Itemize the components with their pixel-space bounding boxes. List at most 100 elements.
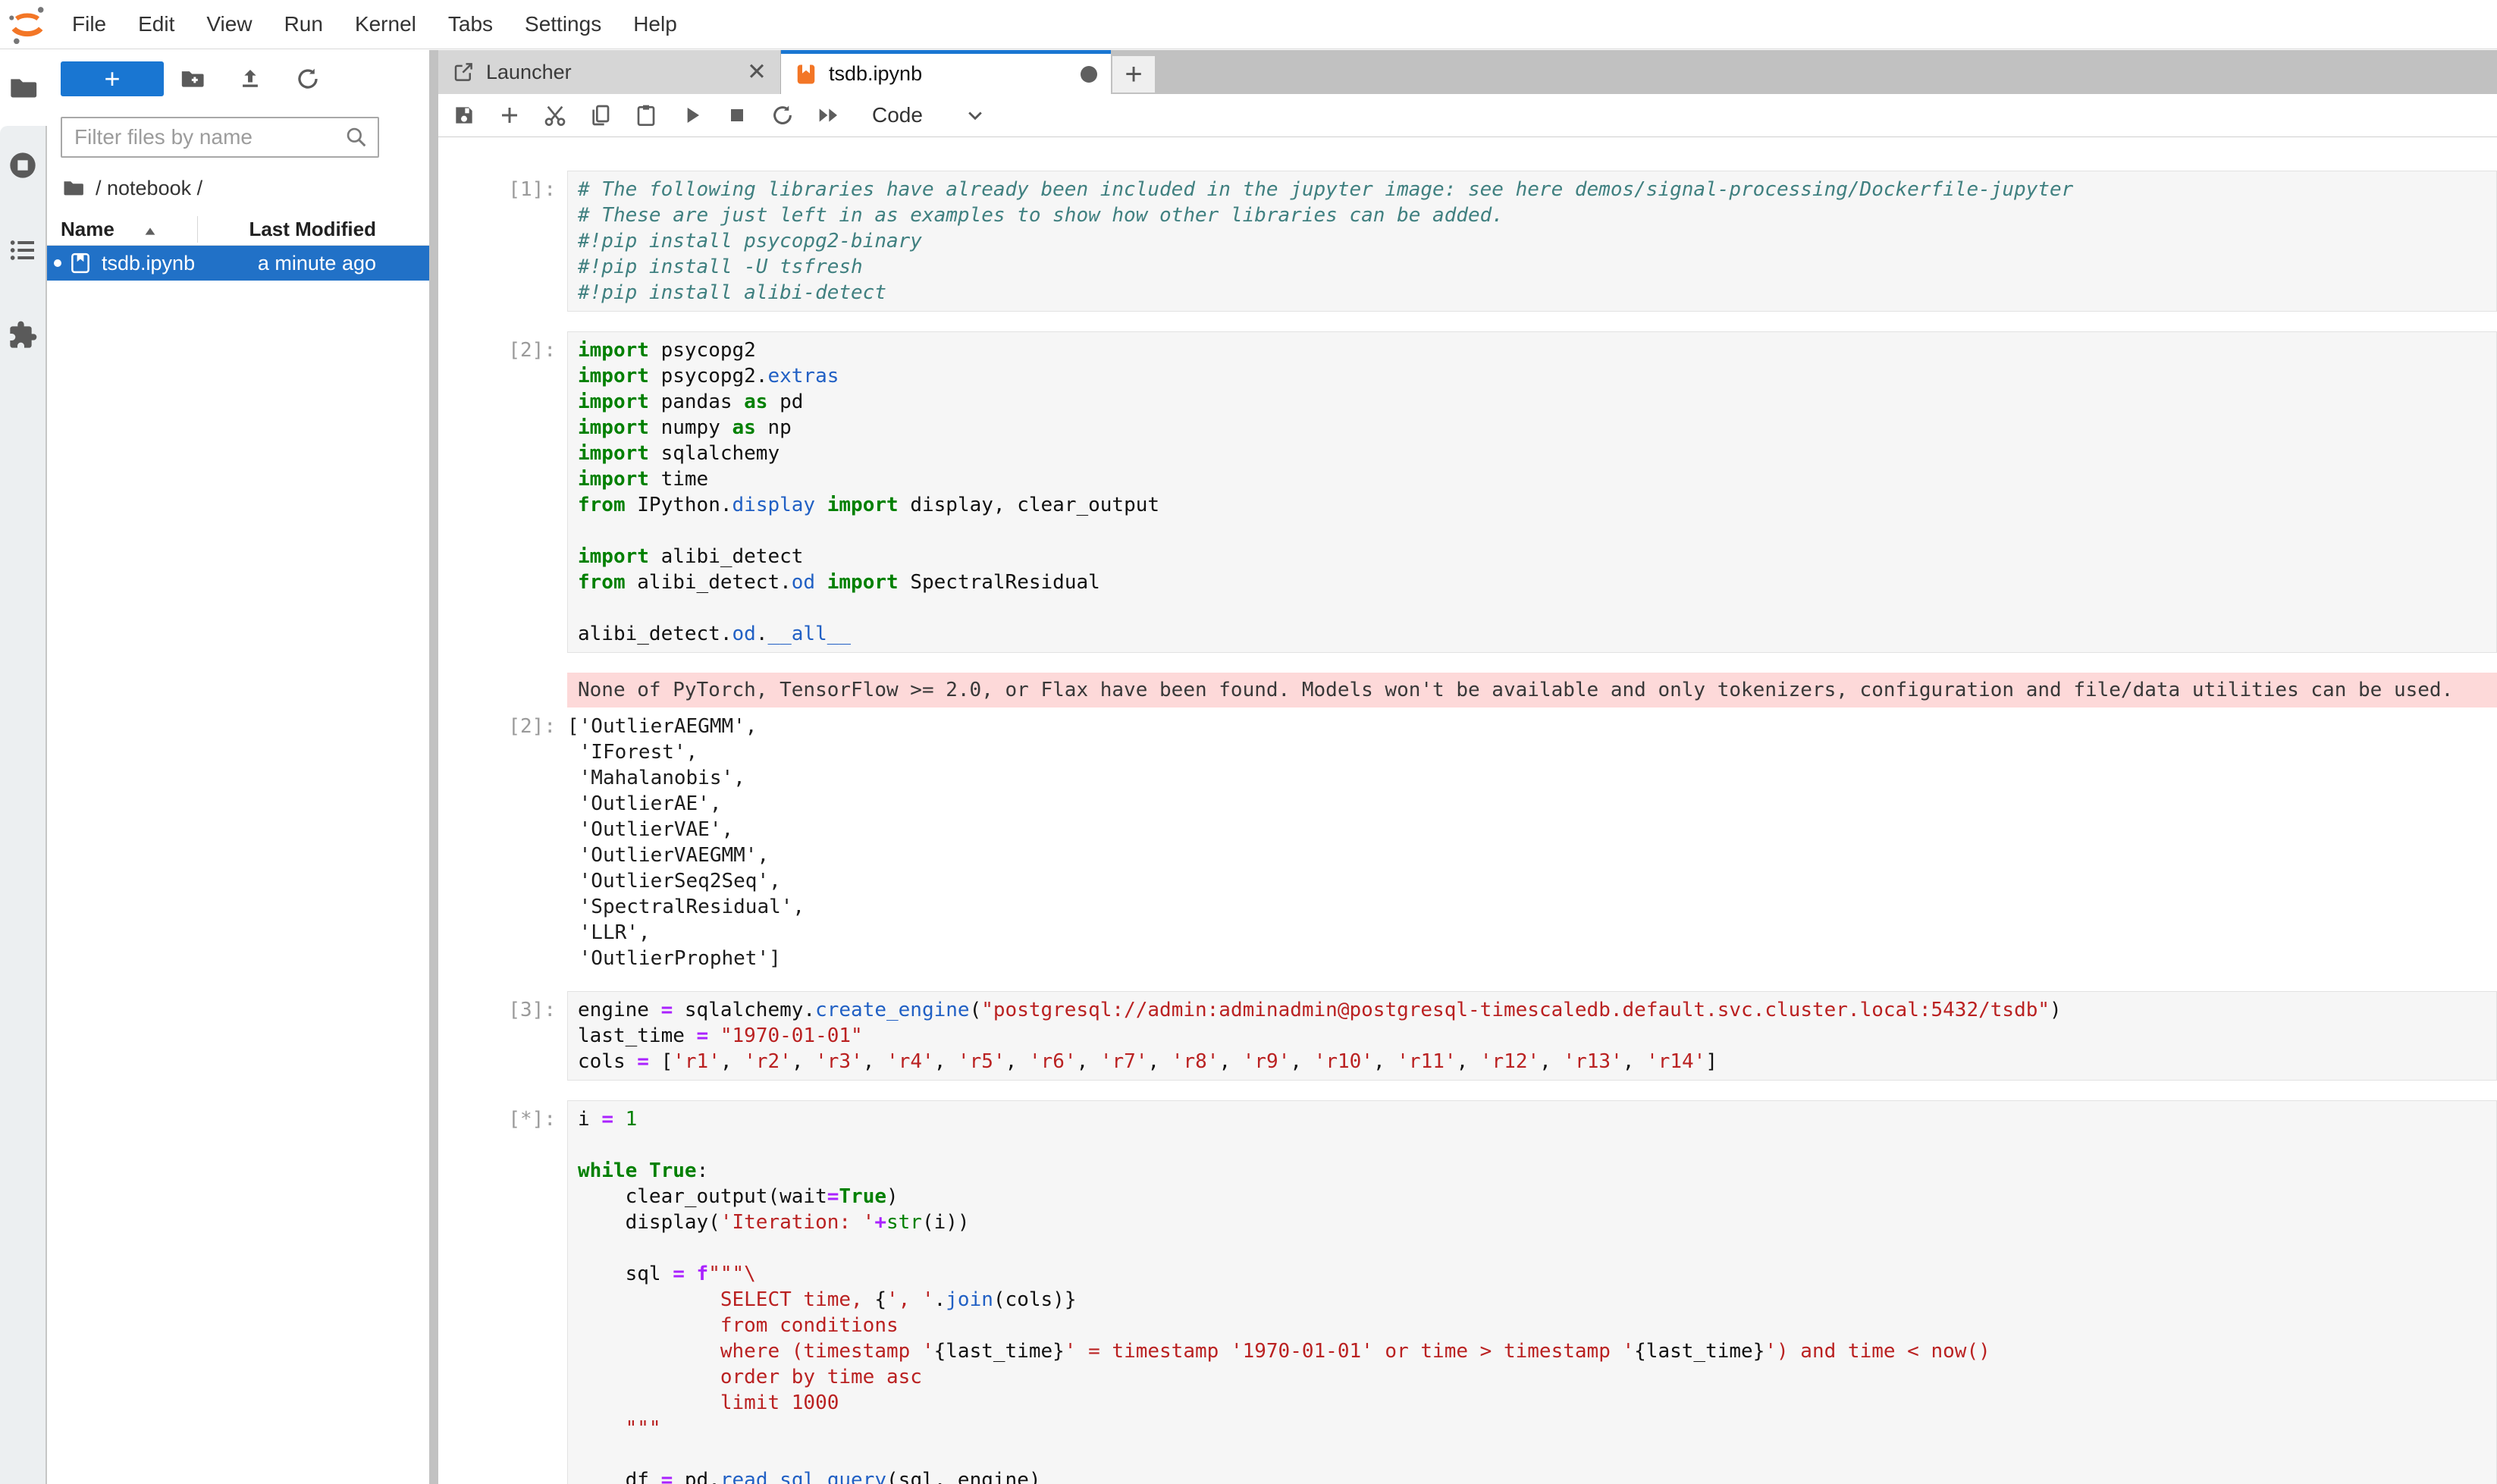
tab-tsdb-ipynb[interactable]: tsdb.ipynb <box>781 50 1111 94</box>
output-text: ['OutlierAEGMM', 'IForest', 'Mahalanobis… <box>567 714 2497 971</box>
breadcrumb[interactable]: / notebook / <box>62 176 429 200</box>
paste-button[interactable] <box>623 100 669 130</box>
new-folder-button[interactable] <box>164 63 221 95</box>
jupyterlab-window: FileEditViewRunKernelTabsSettingsHelp + … <box>0 0 2497 1484</box>
menu-tabs[interactable]: Tabs <box>432 12 509 36</box>
search-icon <box>344 125 369 149</box>
copy-button[interactable] <box>578 100 623 130</box>
restart-button[interactable] <box>760 100 805 130</box>
code-line: cols = ['r1', 'r2', 'r3', 'r4', 'r5', 'r… <box>578 1049 2496 1075</box>
output-prompt: [2]: <box>438 714 567 971</box>
upload-button[interactable] <box>221 63 279 95</box>
file-name: tsdb.ipynb <box>102 252 195 275</box>
code-line: 'OutlierSeq2Seq', <box>567 868 2497 894</box>
sidebar-running-sessions-icon[interactable] <box>8 150 38 180</box>
menu-file[interactable]: File <box>56 12 122 36</box>
tab-label: tsdb.ipynb <box>829 62 922 86</box>
paste-icon <box>634 103 658 127</box>
stop-button[interactable] <box>714 100 760 130</box>
menu-view[interactable]: View <box>190 12 268 36</box>
code-line: 'SpectralResidual', <box>567 894 2497 920</box>
chevron-down-icon[interactable] <box>962 102 988 128</box>
left-sidebar <box>0 50 47 1484</box>
sort-ascending-icon <box>142 221 158 238</box>
code-line: engine = sqlalchemy.create_engine("postg… <box>578 997 2496 1023</box>
code-line: sql = f"""\ <box>578 1261 2496 1287</box>
save-button[interactable] <box>441 100 487 130</box>
tab-launcher[interactable]: Launcher ✕ <box>438 50 781 94</box>
sidebar-extension-manager-icon[interactable] <box>8 320 38 350</box>
code-line: #!pip install psycopg2-binary <box>578 228 2496 254</box>
code-editor[interactable]: # The following libraries have already b… <box>567 171 2497 312</box>
code-line: display('Iteration: '+str(i)) <box>578 1209 2496 1235</box>
new-launcher-button[interactable]: + <box>61 61 164 96</box>
menu-settings[interactable]: Settings <box>509 12 617 36</box>
menu-run[interactable]: Run <box>268 12 339 36</box>
column-header-name[interactable]: Name <box>61 218 114 241</box>
code-editor[interactable]: engine = sqlalchemy.create_engine("postg… <box>567 991 2497 1081</box>
cut-button[interactable] <box>532 100 578 130</box>
notebook-file-icon <box>69 252 92 275</box>
code-line: import psycopg2.extras <box>578 363 2496 389</box>
code-line: import sqlalchemy <box>578 441 2496 466</box>
file-filter-input[interactable] <box>74 125 344 149</box>
run-button[interactable] <box>669 100 714 130</box>
code-line: SELECT time, {', '.join(cols)} <box>578 1287 2496 1313</box>
code-line: where (timestamp '{last_time}' = timesta… <box>578 1338 2496 1364</box>
code-line: limit 1000 <box>578 1390 2496 1416</box>
sidebar-section <box>0 126 47 1484</box>
code-line: # These are just left in as examples to … <box>578 202 2496 228</box>
code-line: """ <box>578 1416 2496 1442</box>
run-icon <box>679 103 704 127</box>
file-browser-actions: + <box>61 61 429 97</box>
notebook-scroll-area[interactable]: [1]:# The following libraries have alrea… <box>438 137 2497 1484</box>
insert-cell-button[interactable] <box>487 100 532 130</box>
notebook-cell: [*]:i = 1 while True: clear_output(wait=… <box>438 1100 2497 1484</box>
code-line: from alibi_detect.od import SpectralResi… <box>578 569 2496 595</box>
menu-edit[interactable]: Edit <box>122 12 190 36</box>
code-line: import alibi_detect <box>578 544 2496 569</box>
file-row[interactable]: tsdb.ipynba minute ago <box>47 246 429 281</box>
menu-bar: FileEditViewRunKernelTabsSettingsHelp <box>0 0 2497 49</box>
tab-close-icon[interactable]: ✕ <box>747 58 767 86</box>
file-browser-panel: + / notebook / Name Last Modified tsdb.i… <box>47 50 429 1484</box>
tab-label: Launcher <box>486 61 572 84</box>
sidebar-table-of-contents-icon[interactable] <box>8 235 38 265</box>
code-line: 'IForest', <box>567 739 2497 765</box>
notebook-cell: [3]:engine = sqlalchemy.create_engine("p… <box>438 991 2497 1081</box>
code-line: import time <box>578 466 2496 492</box>
stop-icon <box>725 103 749 127</box>
code-line: import psycopg2 <box>578 337 2496 363</box>
column-divider <box>197 216 198 243</box>
menu-help[interactable]: Help <box>617 12 693 36</box>
jupyter-logo-icon <box>8 5 47 45</box>
menu-kernel[interactable]: Kernel <box>339 12 432 36</box>
code-line: #!pip install alibi-detect <box>578 280 2496 306</box>
cell-type-select[interactable]: Code <box>872 103 923 127</box>
restart-icon <box>770 103 795 127</box>
panel-splitter[interactable] <box>429 50 438 1484</box>
refresh-button[interactable] <box>279 63 337 95</box>
breadcrumb-path: / notebook / <box>96 177 202 200</box>
code-line: 'OutlierProphet'] <box>567 946 2497 971</box>
new-folder-icon <box>180 66 205 92</box>
code-line: i = 1 <box>578 1106 2496 1132</box>
copy-icon <box>588 103 613 127</box>
code-line <box>578 595 2496 621</box>
notebook-cell: [1]:# The following libraries have alrea… <box>438 171 2497 312</box>
cell-output: [2]:['OutlierAEGMM', 'IForest', 'Mahalan… <box>438 714 2497 971</box>
code-editor[interactable]: i = 1 while True: clear_output(wait=True… <box>567 1100 2497 1484</box>
code-line: ['OutlierAEGMM', <box>567 714 2497 739</box>
code-line <box>578 1132 2496 1158</box>
column-header-modified[interactable]: Last Modified <box>249 218 376 241</box>
code-line: # The following libraries have already b… <box>578 177 2496 202</box>
input-prompt: [2]: <box>438 331 567 653</box>
sidebar-folder-icon[interactable] <box>8 73 39 103</box>
code-line: order by time asc <box>578 1364 2496 1390</box>
new-tab-button[interactable]: + <box>1112 56 1155 93</box>
code-line <box>578 518 2496 544</box>
tab-dirty-dot-icon[interactable] <box>1081 66 1097 83</box>
run-all-button[interactable] <box>805 100 851 130</box>
code-editor[interactable]: import psycopg2import psycopg2.extras imp… <box>567 331 2497 653</box>
code-line: 'Mahalanobis', <box>567 765 2497 791</box>
